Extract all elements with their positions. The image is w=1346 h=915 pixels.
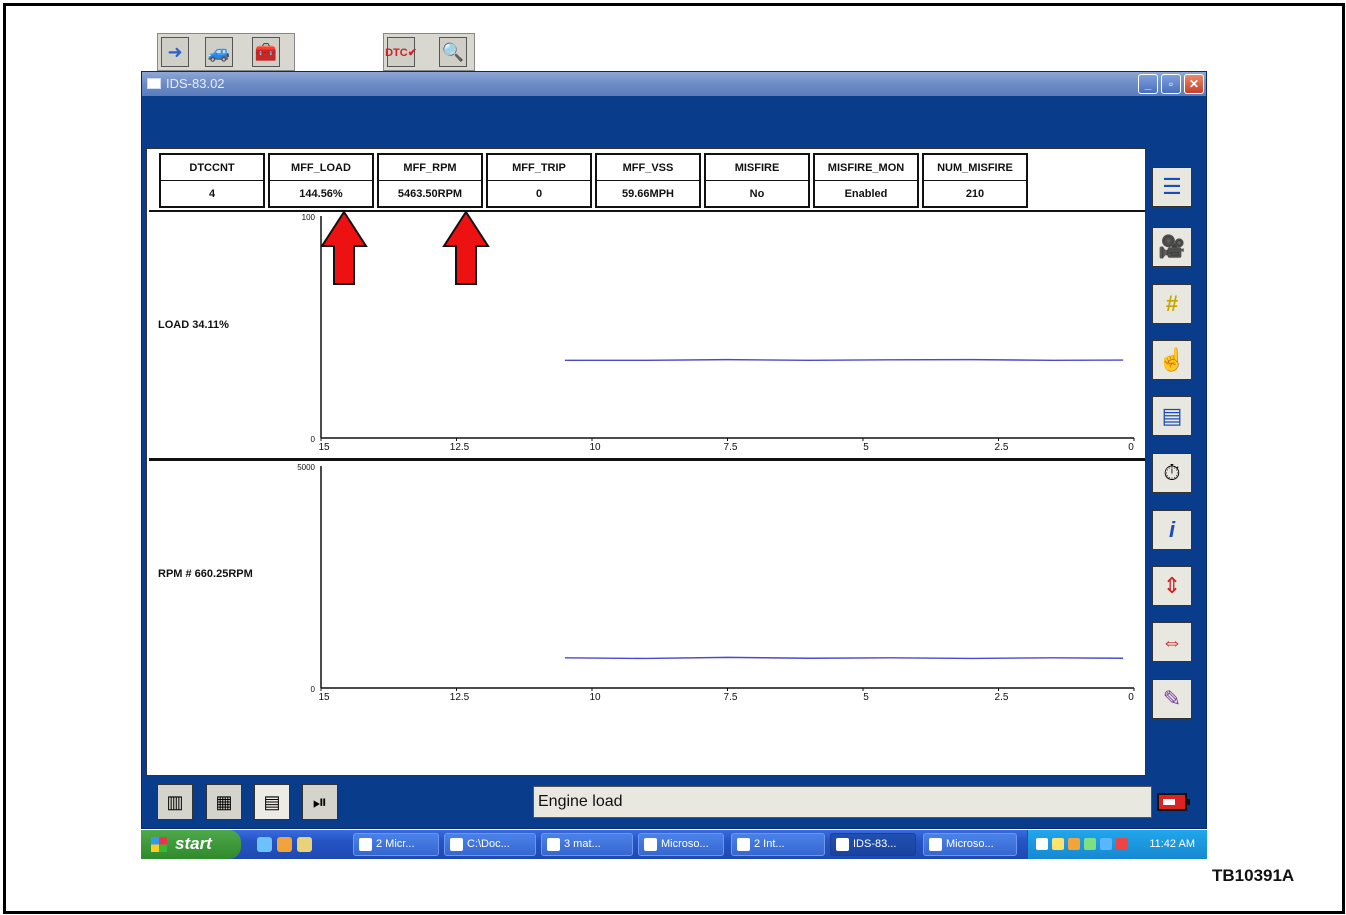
movie-camera-icon[interactable]: 🎥 — [1152, 227, 1192, 267]
x-tick-label: 15 — [318, 692, 330, 703]
start-button[interactable]: start — [141, 830, 241, 859]
data-trace-line — [564, 358, 1124, 362]
x-tick-label: 5 — [863, 692, 869, 703]
hash-icon[interactable]: # — [1152, 284, 1192, 324]
x-tick-label: 2.5 — [995, 442, 1009, 453]
x-tick-label: 2.5 — [995, 692, 1009, 703]
tray-mail-icon[interactable] — [1052, 838, 1064, 850]
datalogger-magnifier-icon[interactable]: 🔍 — [439, 37, 467, 67]
battery-icon — [1155, 786, 1193, 818]
datalogger-panel: DTCCNT 4 MFF_LOAD 144.56% MFF_RPM 5463.50RP… — [146, 148, 1146, 776]
task-label: Microso... — [661, 838, 709, 850]
app-icon — [929, 838, 942, 851]
refresh-list-icon[interactable]: ▤ — [1152, 396, 1192, 436]
title-bar[interactable]: IDS-83.02 _ ▫ ✕ — [142, 72, 1206, 96]
app-icon — [359, 838, 372, 851]
trigger-hand-icon[interactable]: ☝ — [1152, 340, 1192, 380]
x-tick-label: 15 — [318, 442, 330, 453]
quicklaunch-clock-icon[interactable] — [277, 837, 292, 852]
taskbar-item[interactable]: 2 Micr... — [353, 833, 439, 856]
task-label: Microso... — [946, 838, 994, 850]
figure-caption: TB10391A — [1212, 866, 1295, 885]
x-tick-label: 0 — [1128, 442, 1134, 453]
x-tick-label: 10 — [589, 442, 601, 453]
data-trace-line — [564, 656, 1124, 660]
load-graph[interactable]: 100015 12.5 10 7.5 5 2.5 0 — [302, 213, 1135, 453]
graphs-svg: 100015 12.5 10 7.5 5 2.5 0 5000015 12.5 10 7.5 5 2.… — [297, 213, 1135, 703]
tray-network-icon[interactable] — [1100, 838, 1112, 850]
calculator-icon[interactable]: ▦ — [206, 784, 242, 820]
x-tick-label: 12.5 — [450, 442, 470, 453]
quicklaunch-lock-icon[interactable] — [297, 837, 312, 852]
y-axis-max-label: 5000 — [297, 463, 315, 472]
task-label: 2 Micr... — [376, 838, 415, 850]
toolbox-icon[interactable]: 🧰 — [252, 37, 280, 67]
x-tick-label: 12.5 — [450, 692, 470, 703]
tray-security-icon[interactable] — [1116, 838, 1128, 850]
tray-wifi-icon[interactable] — [1084, 838, 1096, 850]
matlab-icon — [547, 838, 560, 851]
close-button[interactable]: ✕ — [1184, 74, 1204, 94]
stopwatch-icon[interactable]: ⏱ — [1152, 453, 1192, 493]
x-tick-label: 7.5 — [724, 442, 738, 453]
graph-view-icon[interactable]: ▤ — [254, 784, 290, 820]
battery-svg — [1157, 793, 1190, 811]
ie-icon — [737, 838, 750, 851]
app-icon — [644, 838, 657, 851]
app-icon — [836, 838, 849, 851]
restore-button[interactable]: ▫ — [1161, 74, 1181, 94]
x-tick-label: 0 — [1128, 692, 1134, 703]
zoom-graph-out-icon[interactable]: ⇔ — [1152, 622, 1192, 662]
task-label: 2 Int... — [754, 838, 785, 850]
taskbar-item[interactable]: Microso... — [923, 833, 1017, 856]
minimize-button[interactable]: _ — [1138, 74, 1158, 94]
task-label: 3 mat... — [564, 838, 601, 850]
taskbar-item[interactable]: Microso... — [638, 833, 724, 856]
y-axis-min-label: 0 — [311, 685, 316, 694]
ie-icon[interactable] — [257, 837, 272, 852]
frame-border-right — [1342, 3, 1345, 912]
zoom-graph-in-icon[interactable]: ⇕ — [1152, 566, 1192, 606]
y-axis-max-label: 100 — [302, 213, 316, 222]
x-tick-label: 7.5 — [724, 692, 738, 703]
tray-arrow-icon[interactable] — [1036, 838, 1048, 850]
status-bar: Engine load — [533, 786, 1152, 818]
info-icon[interactable]: i — [1152, 510, 1192, 550]
taskbar-item-active[interactable]: IDS-83... — [830, 833, 916, 856]
taskbar-item[interactable]: 2 Int... — [731, 833, 825, 856]
rpm-graph[interactable]: 5000015 12.5 10 7.5 5 2.5 0 — [297, 463, 1135, 703]
window-title: IDS-83.02 — [166, 76, 225, 91]
system-tray: 11:42 AM — [1027, 830, 1207, 859]
task-label: C:\Doc... — [467, 838, 510, 850]
frame-border-bottom — [3, 911, 1345, 914]
eraser-icon[interactable]: ✎ — [1152, 679, 1192, 719]
tray-clock-icon[interactable] — [1068, 838, 1080, 850]
clock: 11:42 AM — [1149, 838, 1195, 850]
start-label: start — [175, 834, 212, 853]
taskbar-item[interactable]: C:\Doc... — [444, 833, 536, 856]
taskbar-item[interactable]: 3 mat... — [541, 833, 633, 856]
data-view-icon[interactable]: ▥ — [157, 784, 193, 820]
vehicle-icon[interactable]: 🚙 — [205, 37, 233, 67]
dtc-check-icon[interactable]: DTC✔ — [385, 37, 417, 67]
x-tick-label: 5 — [863, 442, 869, 453]
playback-icon[interactable]: ⏯ — [302, 784, 338, 820]
y-axis-min-label: 0 — [311, 435, 316, 444]
pid-list-icon[interactable]: ☰ — [1152, 167, 1192, 207]
windows-taskbar: start 2 Micr... C:\Doc... 3 mat... Micro… — [141, 830, 1207, 859]
app-icon — [147, 78, 161, 89]
folder-icon — [450, 838, 463, 851]
back-arrow-icon[interactable]: ➜ — [161, 37, 189, 67]
windows-flag-icon — [151, 837, 167, 852]
task-label: IDS-83... — [853, 838, 897, 850]
x-tick-label: 10 — [589, 692, 601, 703]
